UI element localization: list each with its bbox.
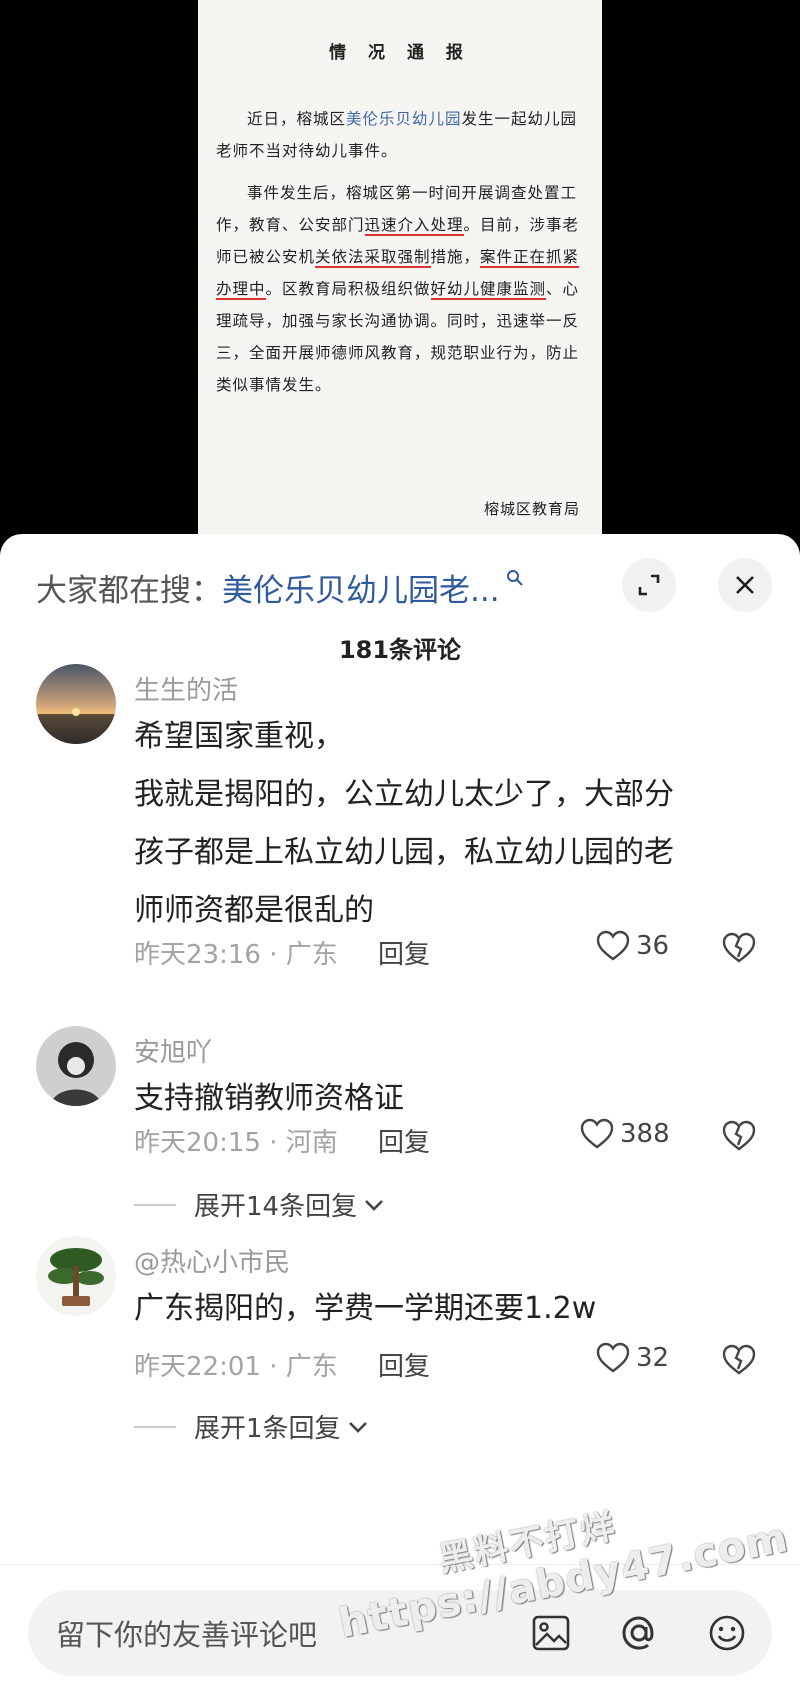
notice-signature: 榕城区教育局 <box>483 500 580 518</box>
notice-paragraph-2: 事件发生后，榕城区第一时间开展调查处置工作，教育、公安部门迅速介入处理。目前，涉… <box>216 177 584 401</box>
reply-button[interactable]: 回复 <box>378 934 430 971</box>
bonsai-avatar-image <box>36 1236 116 1316</box>
broken-heart-icon <box>722 1344 756 1375</box>
notice-underlined: 好幼儿健康监测 <box>430 280 547 300</box>
comment-meta: 昨天20:15 · 河南 <box>134 1128 338 1158</box>
like-button[interactable]: 388 <box>580 1118 670 1150</box>
close-icon <box>736 576 754 594</box>
expand-replies-label: 展开14条回复 <box>194 1192 358 1222</box>
notice-underlined: 迅速介入处理 <box>364 216 464 236</box>
reply-button[interactable]: 回复 <box>378 1122 430 1159</box>
notice-link: 美伦乐贝幼儿园 <box>346 110 462 128</box>
comment-username[interactable]: @热心小市民 <box>134 1242 290 1279</box>
comment-username[interactable]: 安旭吖 <box>134 1032 212 1069</box>
expand-replies-button[interactable]: 展开1条回复 <box>134 1408 369 1445</box>
comment-text: 希望国家重视， 我就是揭阳的，公立幼儿太少了，大部分 孩子都是上私立幼儿园，私立… <box>134 708 754 940</box>
like-count: 388 <box>620 1119 670 1149</box>
like-count: 36 <box>636 931 670 961</box>
notice-text: 近日，榕城区 <box>247 110 347 128</box>
comment-input-bar[interactable]: 留下你的友善评论吧 <box>28 1590 772 1676</box>
close-button[interactable] <box>718 558 772 612</box>
heart-icon <box>596 1342 630 1373</box>
sunset-avatar-image <box>36 664 116 744</box>
trending-search[interactable]: 大家都在搜： 美伦乐贝幼儿园老... <box>36 562 524 612</box>
avatar[interactable] <box>36 664 116 744</box>
comment-meta: 昨天22:01 · 广东 <box>134 1352 338 1382</box>
chevron-down-icon <box>348 1421 367 1433</box>
notice-text: 。区教育局积极组织做 <box>265 280 431 298</box>
comment-meta: 昨天23:16 · 广东 <box>134 940 338 970</box>
comment-line: 广东揭阳的，学费一学期还要1.2w <box>134 1291 597 1326</box>
comment-input[interactable]: 留下你的友善评论吧 <box>56 1612 317 1654</box>
expand-replies-button[interactable]: 展开14条回复 <box>134 1186 385 1223</box>
comment-count: 181条评论 <box>338 636 462 664</box>
notice-document-image: 情 况 通 报 近日，榕城区美伦乐贝幼儿园发生一起幼儿园老师不当对待幼儿事件。 … <box>198 0 602 560</box>
expand-button[interactable] <box>622 558 676 612</box>
smiley-icon <box>709 1615 745 1651</box>
expand-replies-label: 展开1条回复 <box>194 1414 341 1444</box>
avatar[interactable] <box>36 1026 116 1106</box>
comment-line: 孩子都是上私立幼儿园，私立幼儿园的老 <box>134 835 674 870</box>
broken-heart-icon <box>722 1120 756 1151</box>
notice-text: 措施， <box>430 248 481 266</box>
avatar[interactable] <box>36 1236 116 1316</box>
chevron-down-icon <box>365 1199 384 1211</box>
portrait-avatar-image <box>36 1026 116 1106</box>
dislike-button[interactable] <box>722 1120 756 1156</box>
divider-line <box>134 1203 176 1206</box>
notice-underlined: 关依法采取强制 <box>315 248 431 268</box>
comment-username[interactable]: 生生的活 <box>134 670 238 707</box>
comment-text: 广东揭阳的，学费一学期还要1.2w <box>134 1280 754 1338</box>
comment-sheet: 大家都在搜： 美伦乐贝幼儿园老... 181条评论 生生的活 希望国家重视， 我… <box>0 534 800 1695</box>
broken-heart-icon <box>722 932 756 963</box>
at-icon <box>622 1616 654 1650</box>
dislike-button[interactable] <box>722 932 756 968</box>
heart-icon <box>596 930 630 961</box>
mention-button[interactable] <box>616 1610 662 1656</box>
heart-icon <box>580 1118 614 1149</box>
expand-icon <box>638 574 660 596</box>
like-button[interactable]: 36 <box>596 930 669 962</box>
image-icon <box>532 1615 570 1651</box>
like-button[interactable]: 32 <box>596 1342 669 1374</box>
notice-paragraph-1: 近日，榕城区美伦乐贝幼儿园发生一起幼儿园老师不当对待幼儿事件。 <box>216 103 584 167</box>
reply-button[interactable]: 回复 <box>378 1346 430 1383</box>
notice-title: 情 况 通 报 <box>329 43 471 63</box>
trending-search-prefix: 大家都在搜： <box>36 572 222 609</box>
input-divider <box>0 1564 800 1565</box>
search-icon <box>506 570 523 586</box>
comment-line: 希望国家重视， <box>134 719 344 754</box>
dislike-button[interactable] <box>722 1344 756 1380</box>
emoji-button[interactable] <box>704 1610 750 1656</box>
comment-line: 我就是揭阳的，公立幼儿太少了，大部分 <box>134 777 674 812</box>
like-count: 32 <box>636 1343 670 1373</box>
trending-search-term[interactable]: 美伦乐贝幼儿园老... <box>222 565 500 610</box>
image-button[interactable] <box>528 1610 574 1656</box>
divider-line <box>134 1425 176 1428</box>
